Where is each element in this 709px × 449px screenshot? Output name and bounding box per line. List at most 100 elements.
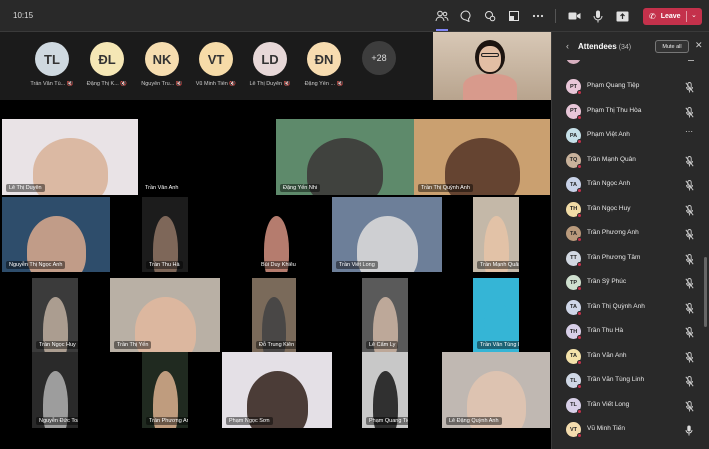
video-tile[interactable]: Trần Ngọc Huy <box>32 278 78 352</box>
video-tile[interactable]: Phạm Quang Tiệp <box>362 352 408 428</box>
panel-title: Attendees (34) <box>578 42 632 51</box>
attendee-row[interactable]: TP Trần Sỹ Phúc <box>552 270 709 294</box>
strip-participant[interactable]: ĐL Đặng Thị K... 🔇 <box>79 42 135 87</box>
participant-name: Trần Thị Yến <box>114 341 152 349</box>
attendee-row[interactable]: PT Phạm Thị Thu Hòa <box>552 99 709 123</box>
rooms-icon[interactable] <box>506 8 522 24</box>
video-tile[interactable]: Trần Thị Yến <box>110 278 220 352</box>
attendee-row[interactable]: PA Phạm Việt Anh ⋯ <box>552 123 709 147</box>
more-icon[interactable] <box>530 8 546 24</box>
share-screen-icon[interactable] <box>614 8 630 24</box>
panel-header: ‹ Attendees (34) Mute all ✕ <box>552 32 709 60</box>
avatar: TT <box>566 250 582 267</box>
mic-icon <box>685 423 695 436</box>
mic-muted-icon <box>685 350 695 362</box>
attendee-name: Trần Ngọc Huy <box>587 204 631 212</box>
strip-participant[interactable]: TL Trần Văn Tù... 🔇 <box>24 42 80 87</box>
attendee-count: (34) <box>618 44 632 51</box>
video-tile[interactable]: Lê Thị Duyên <box>2 119 138 195</box>
self-video-tile[interactable] <box>433 32 551 100</box>
mute-all-button[interactable]: Mute all <box>655 40 689 53</box>
attendee-row[interactable]: TH Trần Thu Hà <box>552 319 709 343</box>
avatar: VT <box>199 42 233 76</box>
toolbar-divider <box>555 9 556 23</box>
presence-badge <box>577 359 582 365</box>
participant-name: Trần Ngọc Huy <box>36 341 78 349</box>
reactions-icon[interactable] <box>482 8 498 24</box>
attendee-row[interactable]: PT Phạm Quang Tiệp <box>552 74 709 98</box>
presence-badge <box>577 335 582 340</box>
video-tile[interactable]: Trần Văn Tùng Linh <box>473 278 519 352</box>
mic-icon[interactable] <box>590 8 606 24</box>
strip-participant[interactable]: NK Nguyễn Tru... 🔇 <box>134 42 190 87</box>
presence-badge <box>577 163 582 169</box>
video-tile[interactable]: Trần Văn Anh <box>138 119 230 195</box>
mic-muted-icon <box>685 325 695 338</box>
participant-name: Trần Phương Anh <box>146 417 188 425</box>
attendee-row[interactable]: TA Trần Văn Anh <box>552 344 709 368</box>
mic-muted-icon <box>685 105 695 117</box>
participant-name: Trần Thu Hà <box>146 261 183 269</box>
avatar: PT <box>566 103 582 120</box>
strip-participant[interactable]: VT Vũ Minh Tiến 🔇 <box>188 42 244 87</box>
video-tile[interactable]: Trần Phương Anh <box>142 352 188 428</box>
attendee-row[interactable]: TL Trần Viết Long <box>552 393 709 417</box>
attendee-row[interactable]: TQ Trần Mạnh Quân <box>552 148 709 172</box>
participant-name: Phạm Quang Tiệp <box>366 417 408 425</box>
video-tile[interactable]: Phạm Ngọc Sơn <box>222 352 332 428</box>
attendee-row[interactable]: TH Trần Ngọc Huy <box>552 197 709 221</box>
attendee-name: Trần Viết Long <box>587 400 630 408</box>
video-tile[interactable]: Trần Viết Long <box>332 197 442 272</box>
strip-participant[interactable]: ĐN Đặng Yến ... 🔇 <box>296 42 352 87</box>
attendee-name: Trần Văn Tùng Linh <box>587 376 645 383</box>
participant-name: Vũ Minh Tiến 🔇 <box>195 81 237 87</box>
video-tile[interactable]: Trần Thu Hà <box>142 197 188 272</box>
mic-muted-icon: 🔇 <box>175 81 183 87</box>
more-participants-button[interactable]: +28 <box>362 41 396 75</box>
attendee-name: Trần Phương Anh <box>587 229 639 236</box>
attendee-name: Phạm Việt Anh <box>587 131 630 138</box>
camera-icon[interactable] <box>566 8 582 24</box>
attendee-name: Vũ Minh Tiến <box>587 425 625 432</box>
video-tile[interactable]: Trần Mạnh Quân <box>473 197 519 272</box>
video-tile[interactable]: Đỗ Trung Kiên <box>252 278 296 352</box>
mic-muted-icon: 🔇 <box>336 81 344 87</box>
people-icon[interactable] <box>434 8 450 31</box>
participant-name: Lê Cẩm Ly <box>366 341 399 349</box>
attendee-row[interactable]: VT Vũ Minh Tiến <box>552 417 709 441</box>
presence-badge <box>577 188 582 193</box>
avatar: PT <box>566 79 582 95</box>
chat-icon[interactable] <box>458 8 474 24</box>
leave-button[interactable]: ✆ Leave ⌄ <box>643 8 702 25</box>
participant-name: Trần Thị Quỳnh Anh <box>418 184 473 192</box>
video-tile[interactable]: Nguyễn Đức Toàn <box>32 352 78 428</box>
attendee-name: Trần Phương Tâm <box>587 253 641 261</box>
attendee-row[interactable]: TA Trần Ngọc Anh <box>552 172 709 196</box>
more-options-icon[interactable]: ⋯ <box>685 127 695 139</box>
participant-name: Nguyễn Thị Ngọc Anh <box>6 261 66 269</box>
chevron-down-icon[interactable]: ⌄ <box>691 11 697 19</box>
avatar: VT <box>566 422 582 438</box>
attendee-row[interactable]: TT Trần Phương Tâm <box>552 246 709 270</box>
video-tile[interactable]: Lê Đặng Quỳnh Anh <box>442 352 550 428</box>
video-tile[interactable]: Nguyễn Thị Ngọc Anh <box>2 197 110 272</box>
avatar: TP <box>566 275 582 291</box>
mic-muted-icon: 🔇 <box>66 81 74 87</box>
attendee-row[interactable]: TL Trần Văn Tùng Linh <box>552 368 709 392</box>
avatar: TQ <box>566 152 582 169</box>
attendee-row[interactable]: TA Trần Phương Anh <box>552 221 709 245</box>
participant-name: Đặng Thị K... 🔇 <box>86 81 128 87</box>
back-arrow-icon[interactable]: ‹ <box>566 41 569 51</box>
video-tile[interactable]: Lê Cẩm Ly <box>362 278 408 352</box>
panel-scrollbar[interactable] <box>704 257 707 327</box>
close-icon[interactable]: ✕ <box>695 40 703 51</box>
attendee-name: Trần Sỹ Phúc <box>587 278 627 285</box>
video-tile[interactable]: Đặng Yến Nhi <box>276 119 414 195</box>
video-tile[interactable]: Bùi Duy Khiêu <box>254 197 299 272</box>
strip-participant[interactable]: LD Lê Thị Duyên 🔇 <box>242 42 298 87</box>
attendee-row[interactable]: TA Trần Thị Quỳnh Anh <box>552 295 709 319</box>
avatar: TA <box>566 177 582 193</box>
video-tile[interactable]: Trần Thị Quỳnh Anh <box>414 119 550 195</box>
presence-badge <box>577 114 582 120</box>
mic-muted-icon: 🔇 <box>229 81 237 87</box>
